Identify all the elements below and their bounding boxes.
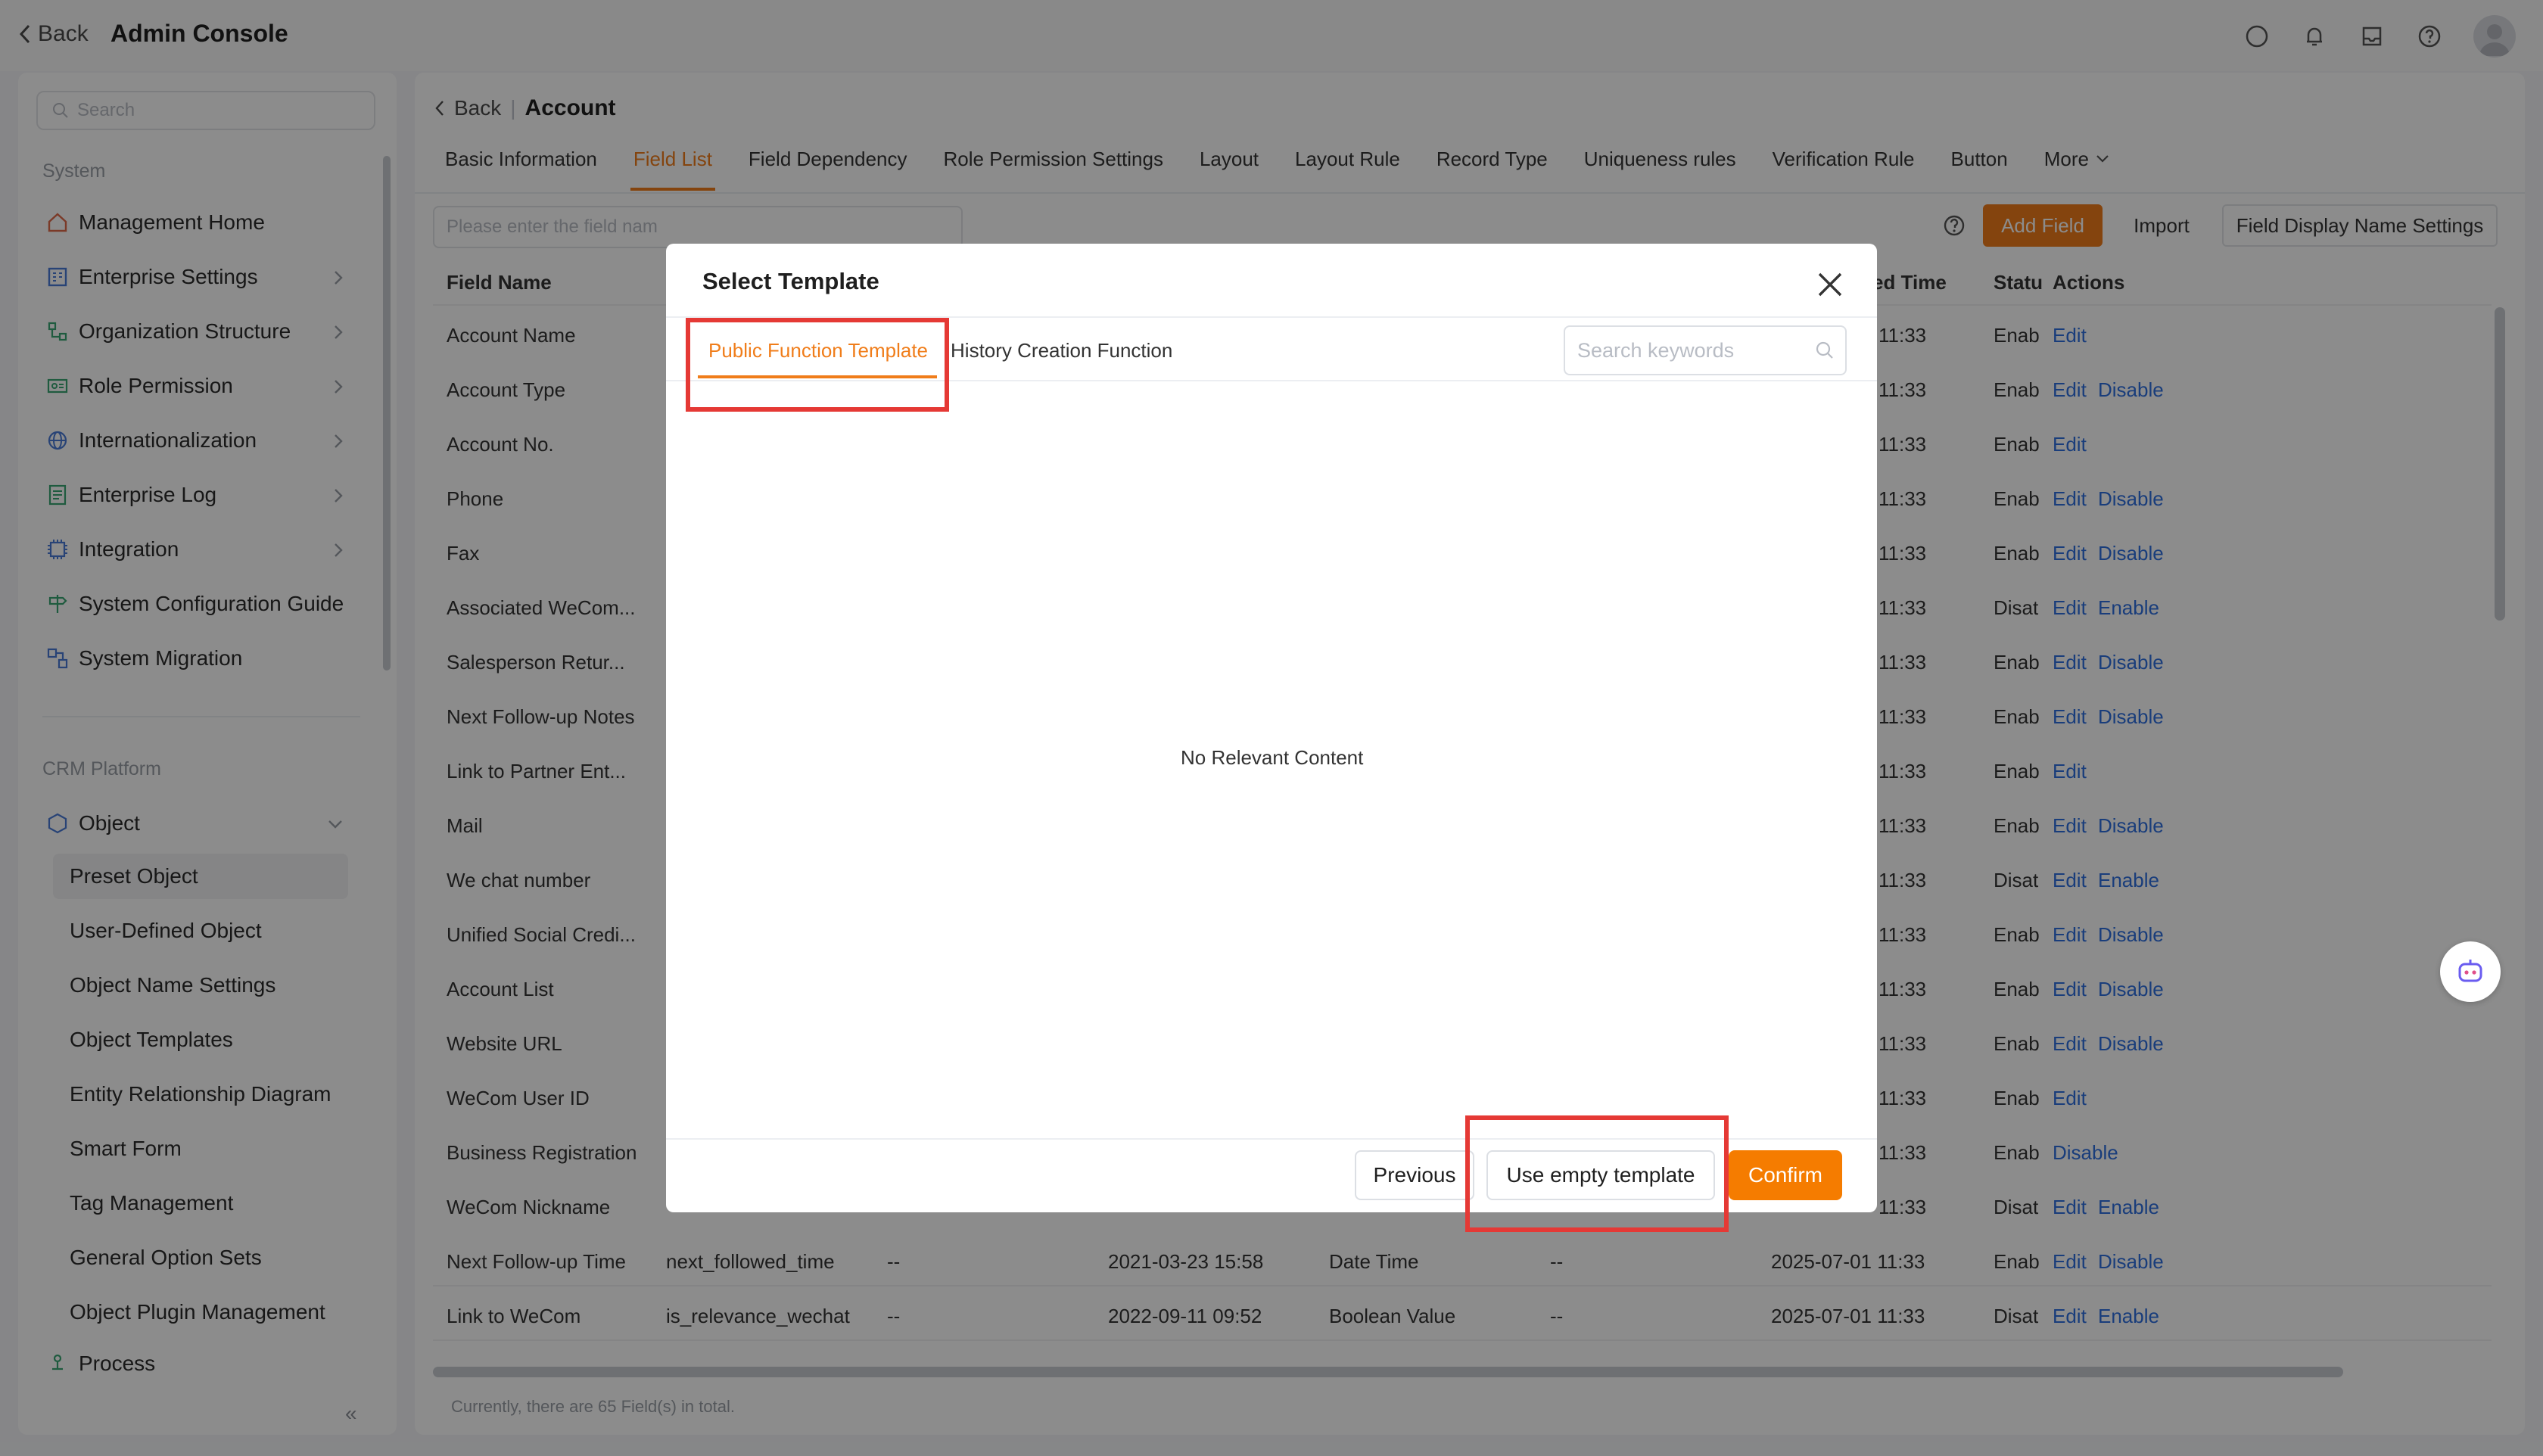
assistant-bot-button[interactable] <box>2440 941 2501 1002</box>
close-icon[interactable] <box>1815 269 1845 303</box>
previous-button[interactable]: Previous <box>1355 1150 1474 1200</box>
empty-state-text: No Relevant Content <box>1181 746 1364 769</box>
dialog-title: Select Template <box>702 268 879 294</box>
highlight-public-template-tab <box>686 318 949 412</box>
highlight-use-empty-template <box>1465 1115 1729 1232</box>
search-icon <box>1815 341 1835 364</box>
template-search-input[interactable]: Search keywords <box>1564 325 1847 375</box>
tab-history-creation-function[interactable]: History Creation Function <box>951 339 1172 377</box>
robot-icon <box>2458 960 2482 982</box>
confirm-button[interactable]: Confirm <box>1729 1150 1842 1200</box>
